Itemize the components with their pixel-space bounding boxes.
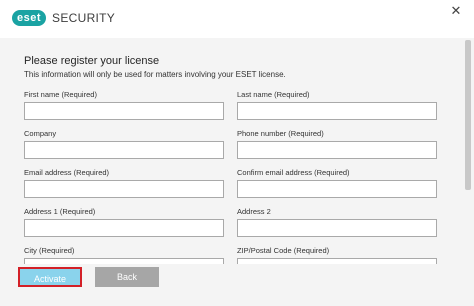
- email-input[interactable]: [24, 180, 224, 198]
- zip-label: ZIP/Postal Code (Required): [237, 246, 330, 255]
- city-field-group: City (Required): [24, 246, 226, 264]
- company-label: Company: [24, 129, 57, 138]
- eset-logo-badge: eset: [12, 10, 47, 26]
- first-name-field-group: First name (Required): [24, 90, 226, 120]
- first-name-input[interactable]: [24, 102, 224, 120]
- footer-bar: Activate Back: [0, 264, 474, 306]
- last-name-field-group: Last name (Required): [237, 90, 439, 120]
- address2-label: Address 2: [237, 207, 271, 216]
- scrollbar-thumb[interactable]: [465, 40, 471, 190]
- confirm-email-label: Confirm email address (Required): [237, 168, 350, 177]
- phone-label: Phone number (Required): [237, 129, 324, 138]
- product-name: SECURITY: [52, 11, 116, 25]
- activate-button[interactable]: Activate: [18, 267, 82, 287]
- close-icon[interactable]: ✕: [446, 2, 466, 20]
- page-title: Please register your license: [24, 55, 160, 67]
- address2-input[interactable]: [237, 219, 437, 237]
- eset-logo: eset SECURITY: [12, 10, 115, 26]
- email-field-group: Email address (Required): [24, 168, 226, 198]
- phone-field-group: Phone number (Required): [237, 129, 439, 159]
- last-name-input[interactable]: [237, 102, 437, 120]
- title-bar: eset SECURITY ✕: [0, 0, 474, 38]
- company-field-group: Company: [24, 129, 226, 159]
- confirm-email-input[interactable]: [237, 180, 437, 198]
- city-label: City (Required): [24, 246, 75, 255]
- last-name-label: Last name (Required): [237, 90, 310, 99]
- company-input[interactable]: [24, 141, 224, 159]
- page-subtitle: This information will only be used for m…: [24, 70, 286, 79]
- email-label: Email address (Required): [24, 168, 110, 177]
- address1-label: Address 1 (Required): [24, 207, 96, 216]
- confirm-email-field-group: Confirm email address (Required): [237, 168, 439, 198]
- first-name-label: First name (Required): [24, 90, 97, 99]
- address1-input[interactable]: [24, 219, 224, 237]
- zip-field-group: ZIP/Postal Code (Required): [237, 246, 439, 264]
- registration-form: Please register your license This inform…: [0, 38, 474, 264]
- address1-field-group: Address 1 (Required): [24, 207, 226, 237]
- address2-field-group: Address 2: [237, 207, 439, 237]
- phone-input[interactable]: [237, 141, 437, 159]
- vertical-scrollbar[interactable]: [465, 40, 471, 260]
- back-button[interactable]: Back: [95, 267, 159, 287]
